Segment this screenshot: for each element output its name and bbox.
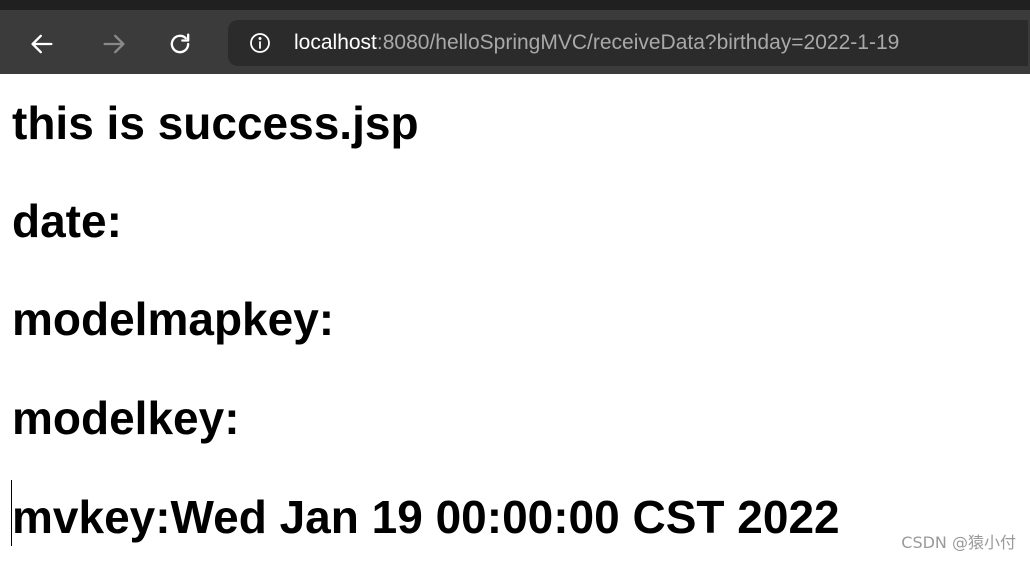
forward-arrow-icon	[103, 34, 125, 54]
reload-icon	[170, 33, 190, 54]
modelkey-line: modelkey:	[12, 392, 240, 444]
forward-button[interactable]	[96, 26, 132, 62]
watermark: CSDN @猿小付	[901, 533, 1016, 552]
url-text[interactable]: localhost:8080/helloSpringMVC/receiveDat…	[294, 31, 899, 55]
page-heading: this is success.jsp	[12, 97, 419, 149]
modelmapkey-line: modelmapkey:	[12, 293, 335, 345]
back-arrow-icon	[31, 34, 53, 54]
url-path: :8080/helloSpringMVC/receiveData?birthda…	[376, 31, 900, 54]
tab-strip	[0, 0, 1030, 10]
info-icon[interactable]	[248, 31, 272, 55]
url-host: localhost	[294, 31, 377, 54]
reload-button[interactable]	[162, 26, 198, 62]
address-bar[interactable]: localhost:8080/helloSpringMVC/receiveDat…	[228, 20, 1028, 66]
page-content: this is success.jsp date: modelmapkey: m…	[0, 74, 1030, 561]
browser-toolbar: localhost:8080/helloSpringMVC/receiveDat…	[0, 0, 1030, 74]
mvkey-line: mvkey:Wed Jan 19 00:00:00 CST 2022	[12, 491, 840, 543]
date-line: date:	[12, 195, 122, 247]
back-button[interactable]	[24, 26, 60, 62]
